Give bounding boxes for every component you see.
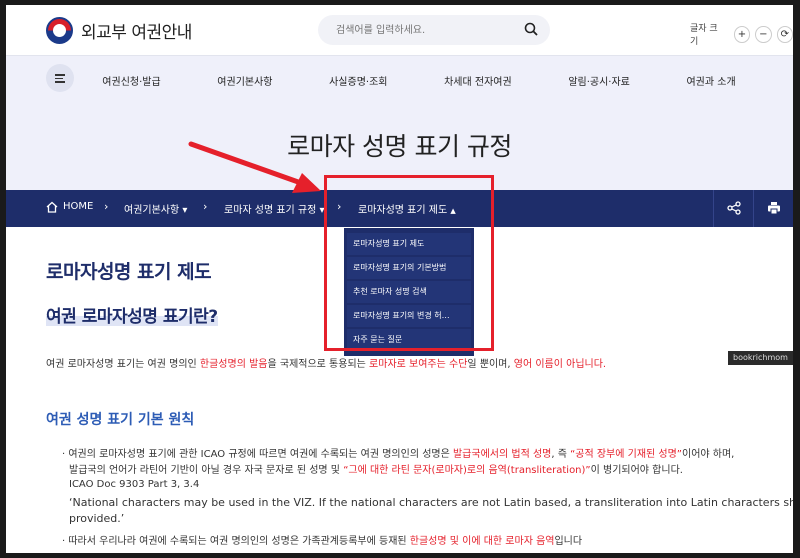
divider xyxy=(6,55,793,56)
search-box xyxy=(318,15,550,45)
watermark: bookrichmom xyxy=(728,351,793,365)
text: 을 국제적으로 통용되는 xyxy=(267,359,366,370)
nav-item-passport-basics[interactable]: 여권기본사항 xyxy=(217,73,272,88)
highlight-box xyxy=(324,175,494,351)
hamburger-menu-icon[interactable] xyxy=(46,64,74,92)
nav-item-certificate[interactable]: 사실증명·조회 xyxy=(329,73,387,88)
nav-item-epassport[interactable]: 차세대 전자여권 xyxy=(444,73,512,88)
text: 여권 로마자성명 표기는 여권 명의인 xyxy=(46,359,197,370)
breadcrumb-level1-label: 여권기본사항 xyxy=(124,205,180,216)
highlight-text: “그에 대한 라틴 문자(로마자)로의 음역(transliteration)” xyxy=(343,465,591,476)
nav-item-notices[interactable]: 알림·공시·자료 xyxy=(568,73,630,88)
highlight-text: 로마자로 보여주는 수단 xyxy=(369,359,468,370)
icao-quote: ‘National characters may be used in the … xyxy=(69,496,793,509)
share-button[interactable] xyxy=(713,190,753,227)
highlight-text: 영어 이름이 아닙니다. xyxy=(513,359,607,370)
text: 따라서 우리나라 여권에 수록되는 여권 명의인의 성명은 가족관계등록부에 등… xyxy=(68,536,407,547)
breadcrumb-level2[interactable]: 로마자 성명 표기 규정 ▾ xyxy=(224,201,325,216)
highlight-text: 한글성명 및 이에 대한 로마자 음역 xyxy=(409,536,555,547)
highlight-text: 발급국에서의 법적 성명 xyxy=(452,449,552,460)
bullet-line-2: · 따라서 우리나라 여권에 수록되는 여권 명의인의 성명은 가족관계등록부에… xyxy=(62,536,583,547)
breadcrumb-level2-label: 로마자 성명 표기 규정 xyxy=(224,205,317,216)
gnb-menu: 여권신청·발급 여권기본사항 사실증명·조회 차세대 전자여권 알림·공시·자료… xyxy=(74,73,764,88)
font-size-label: 글자 크기 xyxy=(690,24,718,47)
bullet-line-1-cont: 발급국의 언어가 라틴어 기반이 아닐 경우 자국 문자로 된 성명 및 “그에… xyxy=(69,461,683,476)
home-icon xyxy=(46,201,58,213)
text: 일 뿐이며, xyxy=(467,359,511,370)
nav-item-passport-apply[interactable]: 여권신청·발급 xyxy=(102,73,160,88)
site-header: 외교부 여권안내 글자 크기 + − ⟳ xyxy=(6,5,793,55)
icao-reference: ICAO Doc 9303 Part 3, 3.4 xyxy=(69,479,200,490)
font-increase-button[interactable]: + xyxy=(733,25,751,43)
browser-page: 외교부 여권안내 글자 크기 + − ⟳ 여권신청·발급 여권기본사항 사실증명… xyxy=(6,5,793,553)
text: 입니다 xyxy=(554,536,583,547)
nav-item-about[interactable]: 여권과 소개 xyxy=(686,73,735,88)
chevron-right-icon: › xyxy=(203,200,208,213)
icao-quote-cont: provided.’ xyxy=(69,512,125,525)
chevron-down-icon: ▾ xyxy=(182,205,188,216)
site-logo[interactable]: 외교부 여권안내 xyxy=(46,17,192,44)
font-decrease-button[interactable]: − xyxy=(755,25,772,43)
text: 여권의 로마자성명 표기에 관한 ICAO 규정에 따르면 여권에 수록되는 여… xyxy=(68,449,450,460)
breadcrumb-home[interactable]: HOME xyxy=(63,201,93,212)
chevron-right-icon: › xyxy=(104,200,109,213)
print-button[interactable] xyxy=(753,190,793,227)
search-icon[interactable] xyxy=(524,22,538,36)
highlight-text: “공적 장부에 기재된 성명” xyxy=(570,449,682,460)
text: 이어야 하며, xyxy=(682,449,735,460)
section-title: 여권 성명 표기 기본 원칙 xyxy=(46,412,195,428)
text: , 즉 xyxy=(551,449,567,460)
highlight-text: 한글성명의 발음 xyxy=(199,359,268,370)
logo-text: 외교부 여권안내 xyxy=(81,23,192,43)
bullet-line-1: · 여권의 로마자성명 표기에 관한 ICAO 규정에 따르면 여권에 수록되는… xyxy=(62,449,735,460)
search-input[interactable] xyxy=(336,15,516,45)
content-subheading: 여권 로마자성명 표기란? xyxy=(46,307,218,327)
page-title: 로마자 성명 표기 규정 xyxy=(287,132,512,161)
share-icon xyxy=(727,201,741,215)
taegeuk-logo-icon xyxy=(46,17,73,44)
intro-paragraph: 여권 로마자성명 표기는 여권 명의인 한글성명의 발음을 국제적으로 통용되는… xyxy=(46,355,606,370)
main-nav-area: 여권신청·발급 여권기본사항 사실증명·조회 차세대 전자여권 알림·공시·자료… xyxy=(6,55,793,190)
text: 발급국의 언어가 라틴어 기반이 아닐 경우 자국 문자로 된 성명 및 xyxy=(69,465,340,476)
text: 이 병기되어야 합니다. xyxy=(590,465,683,476)
content-heading: 로마자성명 표기 제도 xyxy=(46,261,212,283)
breadcrumb-level1[interactable]: 여권기본사항 ▾ xyxy=(124,201,187,216)
font-reset-button[interactable]: ⟳ xyxy=(776,25,793,43)
print-icon xyxy=(768,202,780,215)
font-size-control: 글자 크기 + − ⟳ xyxy=(690,21,793,47)
